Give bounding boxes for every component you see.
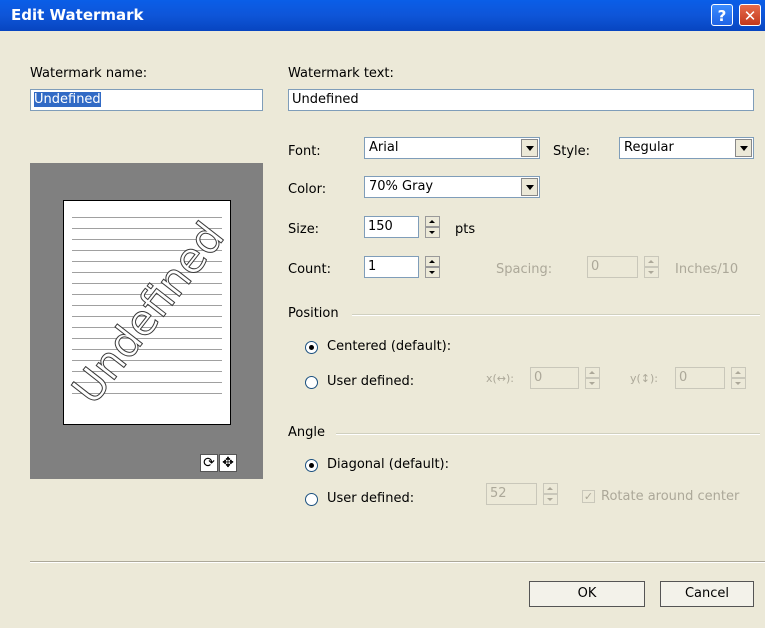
spin-down-icon[interactable] <box>425 227 440 238</box>
watermark-text-label: Watermark text: <box>288 66 394 81</box>
color-label: Color: <box>288 182 327 197</box>
size-unit: pts <box>455 222 476 237</box>
button-separator <box>30 561 765 563</box>
size-label: Size: <box>288 222 320 237</box>
rotate-icon[interactable]: ⟳ <box>200 454 218 472</box>
angle-user-radio[interactable] <box>305 493 318 506</box>
ok-button[interactable]: OK <box>529 581 645 607</box>
watermark-name-value: Undefined <box>34 92 101 107</box>
spin-up-icon[interactable] <box>425 216 440 227</box>
x-spinner[interactable] <box>585 367 600 389</box>
spin-down-icon[interactable] <box>585 378 600 389</box>
spacing-input[interactable]: 0 <box>587 256 638 278</box>
angle-user-label[interactable]: User defined: <box>327 491 414 506</box>
edit-watermark-dialog: Edit Watermark ? ✕ Watermark name: Undef… <box>0 0 765 628</box>
watermark-text-value: Undefined <box>292 92 359 107</box>
count-input[interactable]: 1 <box>364 256 419 278</box>
watermark-name-label: Watermark name: <box>30 66 148 81</box>
spin-down-icon[interactable] <box>731 378 746 389</box>
spin-up-icon[interactable] <box>543 483 558 494</box>
rotate-around-center-label: Rotate around center <box>601 489 740 504</box>
color-value: 70% Gray <box>369 179 434 194</box>
help-button[interactable]: ? <box>711 4 733 26</box>
count-label: Count: <box>288 262 331 277</box>
preview-page: Undefined <box>63 200 231 425</box>
title-bar[interactable]: Edit Watermark ? ✕ <box>0 0 765 31</box>
move-icon[interactable]: ✥ <box>219 454 237 472</box>
watermark-name-input[interactable]: Undefined <box>30 89 263 111</box>
position-user-label[interactable]: User defined: <box>327 374 414 389</box>
watermark-text-input[interactable]: Undefined <box>288 89 754 111</box>
style-value: Regular <box>624 140 674 155</box>
spin-up-icon[interactable] <box>644 256 659 267</box>
rotate-around-center-checkbox[interactable]: ✓ <box>582 490 595 503</box>
y-spinner[interactable] <box>731 367 746 389</box>
x-label: x(↔): <box>486 372 515 385</box>
font-select[interactable]: Arial <box>364 137 540 159</box>
font-value: Arial <box>369 140 399 155</box>
chevron-down-icon[interactable] <box>735 139 752 157</box>
y-label: y(↕): <box>630 372 659 385</box>
position-user-radio[interactable] <box>305 376 318 389</box>
position-centered-radio[interactable] <box>305 341 318 354</box>
style-label: Style: <box>553 144 591 159</box>
angle-diagonal-label[interactable]: Diagonal (default): <box>327 457 449 472</box>
spin-down-icon[interactable] <box>425 267 440 278</box>
spin-up-icon[interactable] <box>731 367 746 378</box>
chevron-down-icon[interactable] <box>521 139 538 157</box>
spin-down-icon[interactable] <box>543 494 558 505</box>
count-spinner[interactable] <box>425 256 440 278</box>
spin-down-icon[interactable] <box>644 267 659 278</box>
spacing-label: Spacing: <box>496 262 553 277</box>
chevron-down-icon[interactable] <box>521 178 538 196</box>
angle-input[interactable]: 52 <box>486 483 537 505</box>
y-value: 0 <box>679 370 688 385</box>
window-title: Edit Watermark <box>11 6 144 24</box>
y-input[interactable]: 0 <box>675 367 725 389</box>
angle-value: 52 <box>490 486 507 501</box>
spacing-unit: Inches/10 <box>675 262 739 277</box>
close-button[interactable]: ✕ <box>739 4 761 26</box>
angle-diagonal-radio[interactable] <box>305 459 318 472</box>
position-divider <box>352 314 760 316</box>
font-label: Font: <box>288 144 321 159</box>
position-group-label: Position <box>288 306 339 321</box>
spin-up-icon[interactable] <box>425 256 440 267</box>
spacing-spinner[interactable] <box>644 256 659 278</box>
angle-spinner[interactable] <box>543 483 558 505</box>
size-value: 150 <box>368 219 393 234</box>
angle-group-label: Angle <box>288 425 325 440</box>
angle-divider <box>336 433 760 435</box>
color-select[interactable]: 70% Gray <box>364 176 540 198</box>
spacing-value: 0 <box>591 259 600 274</box>
x-value: 0 <box>534 370 543 385</box>
cancel-button[interactable]: Cancel <box>660 581 754 607</box>
size-input[interactable]: 150 <box>364 216 419 238</box>
x-input[interactable]: 0 <box>530 367 579 389</box>
watermark-preview: Undefined ⟳ ✥ <box>30 163 263 479</box>
position-centered-label[interactable]: Centered (default): <box>327 339 451 354</box>
style-select[interactable]: Regular <box>619 137 754 159</box>
spin-up-icon[interactable] <box>585 367 600 378</box>
count-value: 1 <box>368 259 377 274</box>
size-spinner[interactable] <box>425 216 440 238</box>
